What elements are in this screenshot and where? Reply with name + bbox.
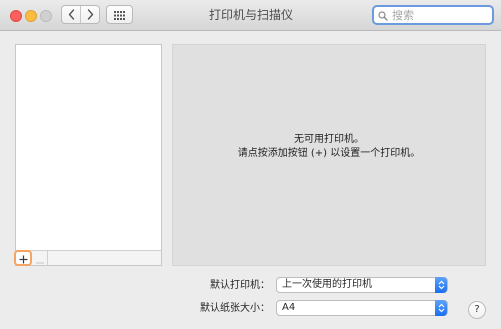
- printers-scanners-window: 打印机与扫描仪 无可用打印机。 请点按添加按钮 (+) 以设: [0, 0, 501, 329]
- popup-stepper-icon: [435, 300, 447, 316]
- zoom-window-button: [40, 10, 52, 22]
- printer-detail-panel: 无可用打印机。 请点按添加按钮 (+) 以设置一个打印机。: [172, 44, 486, 266]
- back-button[interactable]: [62, 6, 81, 23]
- popup-stepper-icon: [435, 277, 447, 293]
- window-title: 打印机与扫描仪: [208, 8, 293, 22]
- default-printer-value: 上一次使用的打印机: [282, 279, 372, 290]
- default-printer-label: 默认打印机：: [210, 280, 270, 291]
- default-paper-size-value: A4: [282, 302, 296, 313]
- help-button[interactable]: ?: [468, 301, 486, 319]
- minus-icon: [36, 249, 44, 268]
- search-icon: [378, 6, 388, 25]
- remove-printer-button: [33, 251, 48, 265]
- add-printer-button[interactable]: [14, 250, 32, 266]
- default-printer-popup[interactable]: 上一次使用的打印机: [276, 277, 448, 293]
- search-input[interactable]: [388, 8, 482, 22]
- search-field[interactable]: [372, 5, 494, 25]
- plus-icon: [19, 249, 28, 268]
- chevron-right-icon: [87, 9, 94, 20]
- printer-list[interactable]: [14, 44, 162, 266]
- minimize-window-button[interactable]: [25, 10, 37, 22]
- show-all-grid-icon: [114, 5, 125, 24]
- add-printer-hint: 请点按添加按钮 (+) 以设置一个打印机。: [237, 148, 421, 159]
- printer-list-empty-area[interactable]: [16, 45, 161, 250]
- no-printers-message: 无可用打印机。: [294, 134, 364, 145]
- title-bar: 打印机与扫描仪: [0, 0, 501, 31]
- default-paper-size-label: 默认纸张大小：: [200, 303, 270, 314]
- printer-list-footer: [14, 250, 161, 266]
- default-paper-size-popup[interactable]: A4: [276, 300, 448, 316]
- close-window-button[interactable]: [10, 10, 22, 22]
- show-all-button[interactable]: [106, 5, 133, 24]
- forward-button[interactable]: [81, 6, 99, 23]
- chevron-left-icon: [68, 9, 75, 20]
- navigation-buttons: [61, 5, 100, 24]
